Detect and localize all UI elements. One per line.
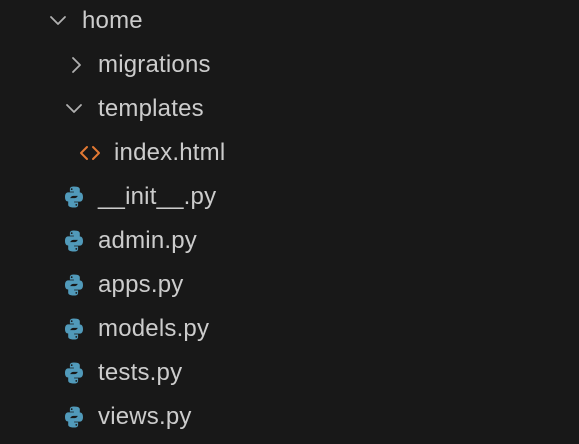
tree-item-init-py[interactable]: __init__.py [0,176,579,220]
tree-item-apps-py[interactable]: apps.py [0,264,579,308]
python-file-icon [62,405,86,429]
tree-item-index-html[interactable]: index.html [0,132,579,176]
tree-item-label: index.html [114,139,226,166]
tree-item-models-py[interactable]: models.py [0,308,579,352]
tree-item-label: migrations [98,51,211,78]
tree-item-label: views.py [98,403,192,430]
html-file-icon [78,141,102,165]
tree-item-tests-py[interactable]: tests.py [0,352,579,396]
tree-item-label: tests.py [98,359,183,386]
tree-item-label: apps.py [98,271,184,298]
tree-item-migrations-folder[interactable]: migrations [0,44,579,88]
python-file-icon [62,185,86,209]
python-file-icon [62,273,86,297]
tree-item-label: templates [98,95,204,122]
chevron-right-icon[interactable] [66,53,86,77]
chevron-down-icon[interactable] [48,9,68,33]
tree-item-admin-py[interactable]: admin.py [0,220,579,264]
tree-item-views-py[interactable]: views.py [0,396,579,440]
tree-item-label: home [82,7,143,34]
python-file-icon [62,229,86,253]
python-file-icon [62,317,86,341]
chevron-down-icon[interactable] [64,97,84,121]
tree-item-label: __init__.py [98,183,217,210]
file-explorer-tree: home migrations templates index.html __i… [0,0,579,444]
python-file-icon [62,361,86,385]
tree-item-label: admin.py [98,227,197,254]
tree-item-home-folder[interactable]: home [0,0,579,44]
tree-item-label: models.py [98,315,210,342]
tree-item-templates-folder[interactable]: templates [0,88,579,132]
